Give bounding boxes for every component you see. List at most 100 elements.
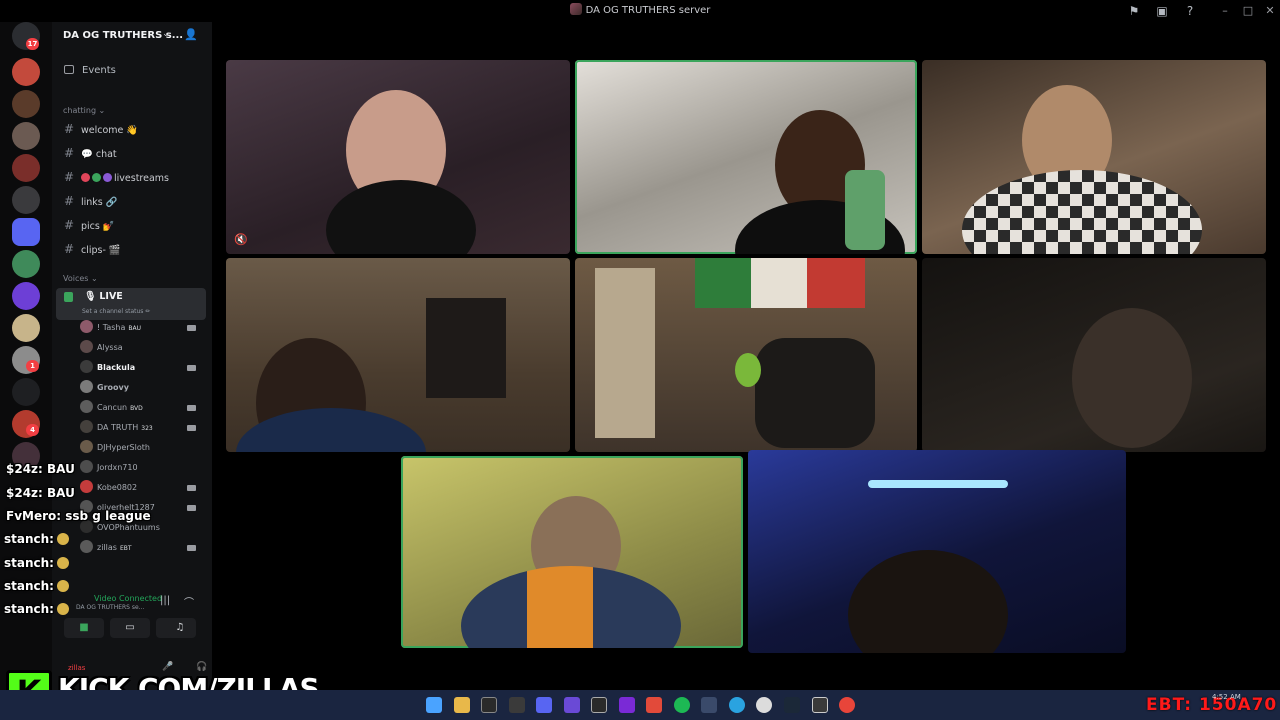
- voice-server[interactable]: DA OG TRUTHERS se...: [76, 604, 144, 611]
- player-icon[interactable]: [756, 697, 772, 713]
- calendar-icon: [64, 65, 74, 74]
- channel-status-input[interactable]: Set a channel status ✏: [82, 308, 150, 315]
- folder-icon[interactable]: [12, 378, 40, 406]
- maximize-button[interactable]: □: [1236, 2, 1260, 20]
- chat-overlay-line: stanch:: [4, 602, 69, 616]
- participant-body: [962, 170, 1202, 254]
- avatar: [80, 440, 93, 453]
- app-grid-icon[interactable]: [564, 697, 580, 713]
- server-icon-8[interactable]: [12, 282, 40, 310]
- capcut-icon[interactable]: [509, 697, 525, 713]
- voice-user[interactable]: DA TRUTH 323: [80, 420, 204, 436]
- window-title: DA OG TRUTHERS server: [0, 3, 1280, 16]
- telegram-icon[interactable]: [729, 697, 745, 713]
- steam-icon[interactable]: [784, 697, 800, 713]
- camera-button[interactable]: ■: [64, 618, 104, 638]
- voice-user[interactable]: Kobe0802: [80, 480, 204, 496]
- channel-links[interactable]: # links 🔗: [64, 192, 204, 210]
- disconnect-icon[interactable]: ⌒: [184, 594, 194, 609]
- screenshare-button[interactable]: ▭: [110, 618, 150, 638]
- server-icon: [569, 3, 582, 15]
- category-chatting[interactable]: chatting ⌄: [63, 106, 105, 115]
- server-icon-9[interactable]: [12, 314, 40, 342]
- voice-user[interactable]: ! Tasha BAU: [80, 320, 204, 336]
- video-tile-3[interactable]: [922, 60, 1266, 254]
- server-icon-4[interactable]: [12, 154, 40, 182]
- channel-welcome[interactable]: # welcome 👋: [64, 120, 204, 138]
- channel-pics[interactable]: # pics 💅: [64, 216, 204, 234]
- server-icon-7[interactable]: [12, 250, 40, 278]
- voice-user[interactable]: DJHyperSloth: [80, 440, 204, 456]
- help-icon[interactable]: ?: [1182, 3, 1198, 19]
- server-header[interactable]: DA OG TRUTHERS s... ⌄ 👤: [52, 22, 212, 50]
- soundboard-icon[interactable]: ♫: [168, 618, 192, 638]
- video-tile-7[interactable]: [401, 456, 743, 648]
- mic-icon[interactable]: 🎤: [162, 662, 173, 672]
- home-badge: 17: [26, 38, 39, 50]
- headphones-icon[interactable]: 🎧: [196, 662, 207, 672]
- avatar: [80, 400, 93, 413]
- door: [595, 268, 655, 438]
- server-icon-3[interactable]: [12, 122, 40, 150]
- muted-icon: 🔇: [234, 233, 248, 246]
- voice-user[interactable]: Groovy: [80, 380, 204, 396]
- video-tile-2[interactable]: [575, 60, 917, 254]
- led-strip: [868, 480, 1008, 488]
- noise-icon[interactable]: |||: [160, 595, 170, 606]
- file-explorer-icon[interactable]: [454, 697, 470, 713]
- server-icon-2[interactable]: [12, 90, 40, 118]
- red-circle-icon: [81, 173, 90, 182]
- events-item[interactable]: Events: [64, 65, 116, 76]
- video-tile-8[interactable]: [748, 450, 1126, 653]
- video-tile-5[interactable]: [575, 258, 917, 452]
- video-tile-1[interactable]: 🔇: [226, 60, 570, 254]
- app-icon-red[interactable]: [646, 697, 662, 713]
- camera-icon: [187, 365, 196, 371]
- hash-icon: #: [64, 194, 75, 208]
- voice-user[interactable]: zillas EBT: [80, 540, 204, 556]
- voice-channel-name: 🎙 LIVE: [84, 291, 123, 302]
- next-icon[interactable]: [619, 697, 635, 713]
- minimize-button[interactable]: –: [1213, 2, 1237, 20]
- chair: [755, 338, 875, 448]
- avatar: [80, 340, 93, 353]
- chrome-icon[interactable]: [839, 697, 855, 713]
- window-icon[interactable]: ▣: [1154, 3, 1170, 19]
- green-circle-icon: [92, 173, 101, 182]
- epic-icon[interactable]: [812, 697, 828, 713]
- server-icon-1[interactable]: [12, 58, 40, 86]
- server-icon-6[interactable]: [12, 218, 40, 246]
- obs-icon[interactable]: [591, 697, 607, 713]
- hash-icon: #: [64, 170, 75, 184]
- channel-clips[interactable]: # clips- 🎬: [64, 240, 204, 258]
- server-icon-5[interactable]: [12, 186, 40, 214]
- channel-sidebar: DA OG TRUTHERS s... ⌄ 👤 Events chatting …: [52, 22, 238, 690]
- spotify-icon[interactable]: [674, 697, 690, 713]
- voice-user[interactable]: Cancun BVD: [80, 400, 204, 416]
- inbox-icon[interactable]: ⚑: [1126, 3, 1142, 19]
- app-icon-blue[interactable]: [701, 697, 717, 713]
- video-tile-6[interactable]: [922, 258, 1266, 452]
- voice-user[interactable]: Alyssa: [80, 340, 204, 356]
- video-tile-4[interactable]: [226, 258, 570, 452]
- invite-icon[interactable]: 👤: [184, 28, 198, 41]
- chat-overlay-line: FvMero: ssb g league: [6, 509, 151, 523]
- channel-livestreams[interactable]: # livestreams: [64, 168, 204, 186]
- start-icon[interactable]: [426, 697, 442, 713]
- participant-face: [1072, 308, 1192, 448]
- chat-overlay-line: stanch:: [4, 532, 69, 546]
- voice-channel-live[interactable]: 🎙 LIVE Set a channel status ✏: [56, 288, 206, 320]
- voice-user[interactable]: Blackula: [80, 360, 204, 376]
- channel-chat[interactable]: # 💬 chat: [64, 144, 204, 162]
- voice-user[interactable]: Jordxn710: [80, 460, 204, 476]
- category-voices[interactable]: Voices ⌄: [63, 274, 98, 283]
- close-button[interactable]: ✕: [1258, 2, 1280, 20]
- avatar: [80, 380, 93, 393]
- title-bar: DA OG TRUTHERS server ⚑ ▣ ? – □ ✕: [0, 0, 1280, 22]
- discord-icon[interactable]: [536, 697, 552, 713]
- user-panel-name[interactable]: zillas: [68, 664, 85, 672]
- lock-icon: [64, 292, 73, 302]
- app-icon-g[interactable]: [481, 697, 497, 713]
- avatar: [80, 460, 93, 473]
- bottle: [845, 170, 885, 250]
